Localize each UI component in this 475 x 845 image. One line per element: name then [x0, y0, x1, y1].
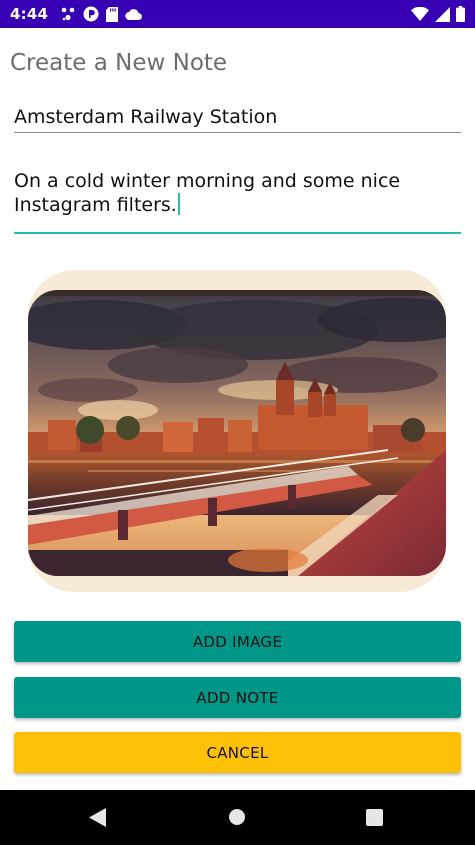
text-cursor — [177, 193, 180, 215]
wifi-icon — [411, 7, 429, 21]
battery-icon — [456, 6, 465, 22]
sd-card-icon — [106, 6, 119, 22]
navigation-bar — [0, 790, 475, 845]
add-image-button[interactable]: ADD IMAGE — [14, 621, 461, 662]
add-image-label: ADD IMAGE — [192, 632, 283, 651]
system-icons — [411, 0, 465, 28]
note-title-field[interactable]: Amsterdam Railway Station — [14, 104, 461, 133]
note-body-field[interactable]: On a cold winter morning and some nice I… — [14, 169, 461, 234]
back-icon[interactable] — [89, 808, 107, 831]
recents-icon[interactable] — [366, 809, 383, 830]
home-icon[interactable] — [228, 808, 246, 830]
signal-icon — [435, 6, 450, 22]
add-note-label: ADD NOTE — [196, 688, 279, 707]
page-title: Create a New Note — [10, 50, 228, 76]
cloud-icon — [125, 8, 143, 20]
cancel-label: CANCEL — [206, 743, 269, 762]
image-preview[interactable] — [28, 270, 446, 592]
notification-icons — [60, 6, 143, 22]
status-bar: 4:44 — [0, 0, 475, 28]
app-icon — [83, 6, 99, 22]
settings-icon — [60, 7, 76, 21]
cancel-button[interactable]: CANCEL — [14, 732, 461, 773]
status-time: 4:44 — [10, 5, 49, 23]
note-body-text: On a cold winter morning and some nice I… — [14, 170, 401, 216]
amsterdam-station-photo — [28, 290, 446, 576]
add-note-button[interactable]: ADD NOTE — [14, 677, 461, 718]
note-title-text: Amsterdam Railway Station — [14, 106, 278, 128]
